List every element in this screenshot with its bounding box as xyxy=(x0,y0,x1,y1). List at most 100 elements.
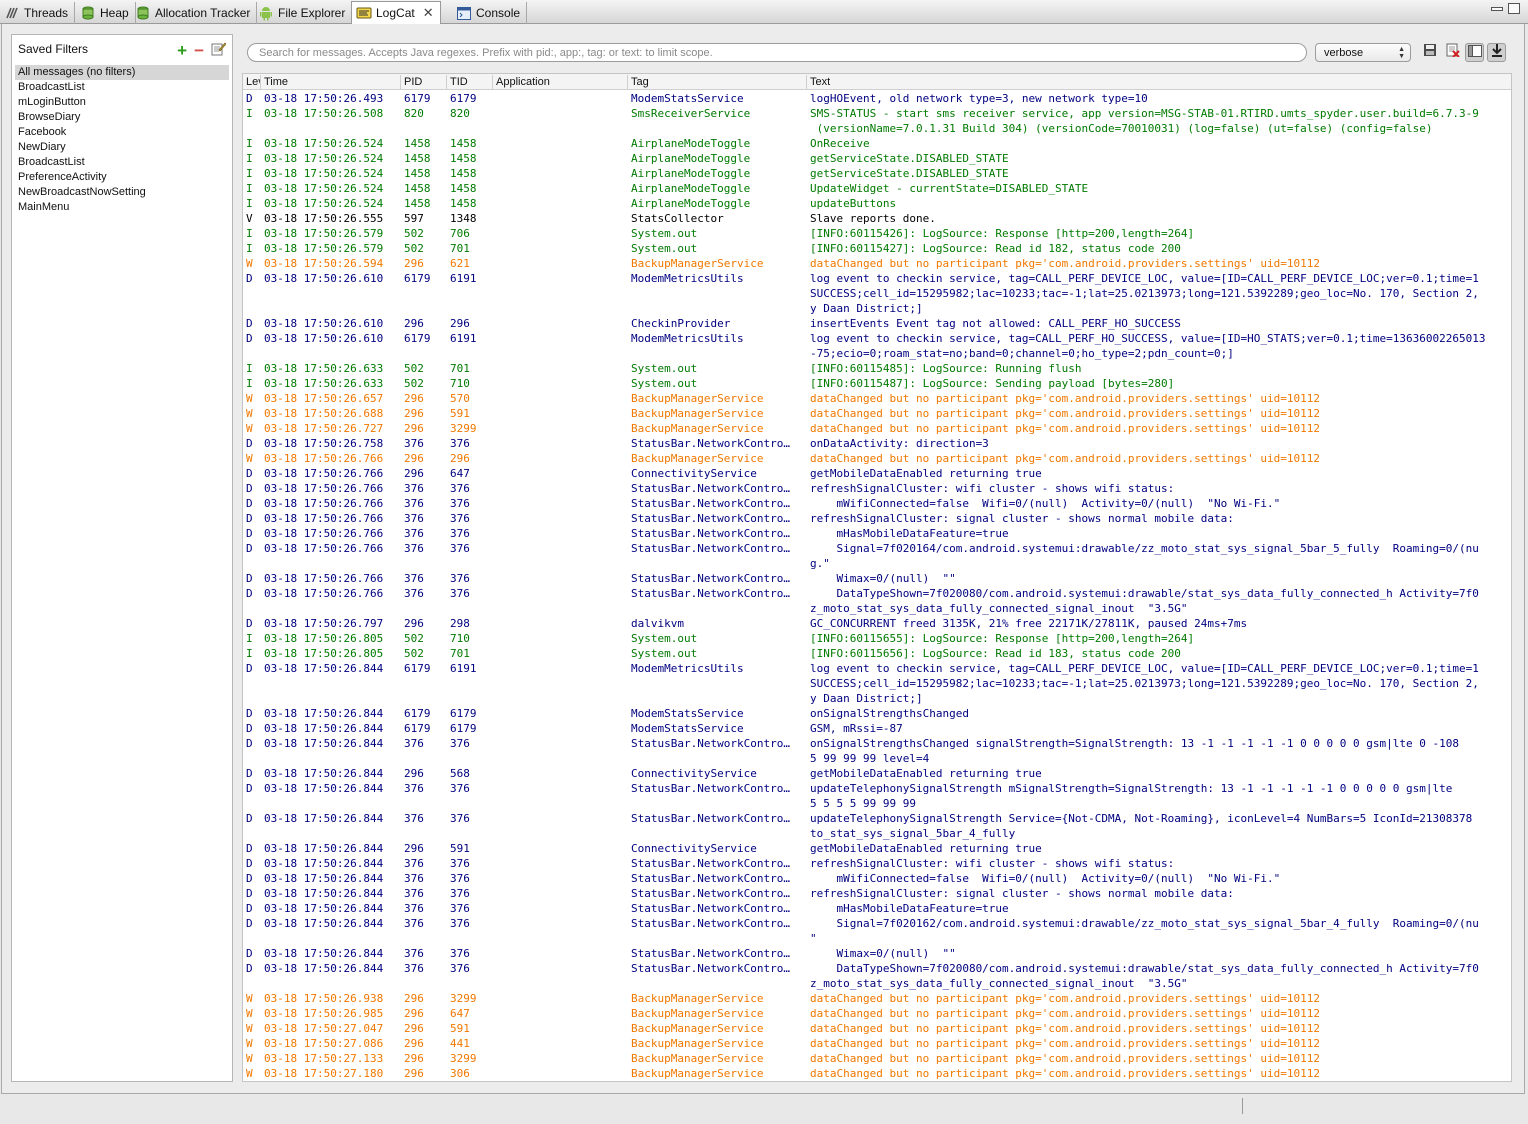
tab-heap[interactable]: Heap xyxy=(76,2,136,24)
log-row[interactable]: V 03-18 17:50:26.555 597 1348 StatsCollector… xyxy=(243,211,1511,226)
log-row[interactable]: D 03-18 17:50:26.610 6179 6191 ModemMetricsU… xyxy=(243,271,1511,286)
log-row-continuation[interactable]: SUCCESS;cell_id=15295982;lac=10233;tac=-… xyxy=(243,286,1511,301)
log-row[interactable]: I 03-18 17:50:26.805 502 701 System.out [INFO… xyxy=(243,646,1511,661)
column-header-tag[interactable]: Tag xyxy=(628,75,807,90)
column-header-time[interactable]: Time xyxy=(261,75,401,90)
filter-item[interactable]: NewBroadcastNowSetting xyxy=(12,185,232,200)
log-row[interactable]: W 03-18 17:50:26.938 296 3299 BackupManagerS… xyxy=(243,991,1511,1006)
log-row[interactable]: D 03-18 17:50:26.844 376 376 StatusBar.Netwo… xyxy=(243,946,1511,961)
log-row[interactable]: W 03-18 17:50:27.047 296 591 BackupManagerSe… xyxy=(243,1021,1511,1036)
tab-file-explorer[interactable]: File Explorer xyxy=(254,2,353,24)
log-row[interactable]: W 03-18 17:50:26.766 296 296 BackupManagerSe… xyxy=(243,451,1511,466)
log-row[interactable]: D 03-18 17:50:26.766 376 376 StatusBar.Netwo… xyxy=(243,481,1511,496)
maximize-icon[interactable] xyxy=(1508,3,1520,14)
log-row[interactable]: D 03-18 17:50:26.766 376 376 StatusBar.Netwo… xyxy=(243,496,1511,511)
log-row[interactable]: D 03-18 17:50:26.766 296 647 ConnectivitySer… xyxy=(243,466,1511,481)
filter-item[interactable]: BroadcastList xyxy=(12,80,232,95)
log-row[interactable]: I 03-18 17:50:26.524 1458 1458 AirplaneModeT… xyxy=(243,166,1511,181)
log-row[interactable]: D 03-18 17:50:26.844 376 376 StatusBar.Netwo… xyxy=(243,871,1511,886)
log-row[interactable]: D 03-18 17:50:26.844 6179 6191 ModemMetricsU… xyxy=(243,661,1511,676)
save-log-button[interactable] xyxy=(1420,43,1439,62)
column-header-tid[interactable]: TID xyxy=(447,75,493,90)
log-row[interactable]: W 03-18 17:50:27.180 296 306 BackupManagerSe… xyxy=(243,1066,1511,1081)
log-row[interactable]: D 03-18 17:50:26.493 6179 6179 ModemStatsSer… xyxy=(243,91,1511,106)
log-row[interactable]: D 03-18 17:50:26.844 376 376 StatusBar.Netwo… xyxy=(243,736,1511,751)
log-row-continuation[interactable]: (versionName=7.0.1.31 Build 304) (versio… xyxy=(243,121,1511,136)
column-header-level[interactable]: Level xyxy=(243,75,261,90)
log-row[interactable]: D 03-18 17:50:26.797 296 298 dalvikvm GC_CONC… xyxy=(243,616,1511,631)
log-row[interactable]: D 03-18 17:50:26.610 296 296 CheckinProvider… xyxy=(243,316,1511,331)
log-row[interactable]: I 03-18 17:50:26.579 502 701 System.out [INFO… xyxy=(243,241,1511,256)
column-header-text[interactable]: Text xyxy=(807,75,1511,90)
log-row[interactable]: I 03-18 17:50:26.508 820 820 SmsReceiverServ… xyxy=(243,106,1511,121)
log-row[interactable]: I 03-18 17:50:26.524 1458 1458 AirplaneModeT… xyxy=(243,136,1511,151)
log-row[interactable]: D 03-18 17:50:26.844 6179 6179 ModemStatsSer… xyxy=(243,721,1511,736)
log-row[interactable]: D 03-18 17:50:26.844 376 376 StatusBar.Netwo… xyxy=(243,811,1511,826)
log-row-continuation[interactable]: z_moto_stat_sys_data_fully_connected_sig… xyxy=(243,976,1511,991)
filter-item[interactable]: BrowseDiary xyxy=(12,110,232,125)
column-header-application[interactable]: Application xyxy=(493,75,628,90)
log-row[interactable]: W 03-18 17:50:26.985 296 647 BackupManagerSe… xyxy=(243,1006,1511,1021)
minimize-icon[interactable] xyxy=(1491,7,1503,11)
log-row[interactable]: I 03-18 17:50:26.805 502 710 System.out [INFO… xyxy=(243,631,1511,646)
log-row-continuation[interactable]: SUCCESS;cell_id=15295982;lac=10233;tac=-… xyxy=(243,676,1511,691)
log-row-continuation[interactable]: -75;ecio=0;roam_stat=no;band=0;channel=0… xyxy=(243,346,1511,361)
clear-log-button[interactable] xyxy=(1443,43,1462,62)
tab-logcat[interactable]: LogCat ✕ xyxy=(351,1,441,25)
log-row[interactable]: I 03-18 17:50:26.633 502 710 System.out [INFO… xyxy=(243,376,1511,391)
log-row-continuation[interactable]: to_stat_sys_signal_5bar_4_fully xyxy=(243,826,1511,841)
log-row[interactable]: D 03-18 17:50:26.766 376 376 StatusBar.Netwo… xyxy=(243,526,1511,541)
toggle-filters-button[interactable] xyxy=(1465,43,1484,62)
log-row[interactable]: W 03-18 17:50:27.086 296 441 BackupManagerSe… xyxy=(243,1036,1511,1051)
log-row[interactable]: I 03-18 17:50:26.579 502 706 System.out [INFO… xyxy=(243,226,1511,241)
log-row[interactable]: D 03-18 17:50:26.844 6179 6179 ModemStatsSer… xyxy=(243,706,1511,721)
log-row[interactable]: I 03-18 17:50:26.524 1458 1458 AirplaneModeT… xyxy=(243,196,1511,211)
log-row[interactable]: W 03-18 17:50:26.657 296 570 BackupManagerSe… xyxy=(243,391,1511,406)
log-row[interactable]: D 03-18 17:50:26.844 376 376 StatusBar.Netwo… xyxy=(243,916,1511,931)
log-row[interactable]: D 03-18 17:50:26.766 376 376 StatusBar.Netwo… xyxy=(243,541,1511,556)
log-row[interactable]: W 03-18 17:50:26.727 296 3299 BackupManagerS… xyxy=(243,421,1511,436)
log-row[interactable]: D 03-18 17:50:26.844 376 376 StatusBar.Netwo… xyxy=(243,886,1511,901)
tab-console[interactable]: Console xyxy=(452,2,528,24)
log-row-continuation[interactable]: y Daan District;] xyxy=(243,691,1511,706)
log-row[interactable]: I 03-18 17:50:26.633 502 701 System.out [INFO… xyxy=(243,361,1511,376)
filter-item[interactable]: MainMenu xyxy=(12,200,232,215)
log-table[interactable]: Level Time PID TID Application Tag Text … xyxy=(242,73,1512,1082)
log-row[interactable]: D 03-18 17:50:26.844 376 376 StatusBar.Netwo… xyxy=(243,781,1511,796)
tab-allocation-tracker[interactable]: Allocation Tracker xyxy=(131,2,258,24)
log-row[interactable]: D 03-18 17:50:26.610 6179 6191 ModemMetricsU… xyxy=(243,331,1511,346)
search-input[interactable] xyxy=(247,43,1307,62)
filter-item[interactable]: mLoginButton xyxy=(12,95,232,110)
log-level-select[interactable]: verbose ▲ ▼ xyxy=(1315,43,1411,62)
log-row[interactable]: D 03-18 17:50:26.844 376 376 StatusBar.Netwo… xyxy=(243,856,1511,871)
log-row[interactable]: D 03-18 17:50:26.766 376 376 StatusBar.Netwo… xyxy=(243,586,1511,601)
filter-item[interactable]: All messages (no filters) xyxy=(15,65,229,80)
filter-item[interactable]: BroadcastList xyxy=(12,155,232,170)
add-filter-icon[interactable]: + xyxy=(177,42,187,59)
filter-item[interactable]: NewDiary xyxy=(12,140,232,155)
remove-filter-icon[interactable]: − xyxy=(194,42,204,59)
log-row-continuation[interactable]: y Daan District;] xyxy=(243,301,1511,316)
column-header-pid[interactable]: PID xyxy=(401,75,447,90)
edit-filter-icon[interactable] xyxy=(211,41,227,61)
log-row[interactable]: D 03-18 17:50:26.844 296 568 ConnectivitySer… xyxy=(243,766,1511,781)
log-row[interactable]: D 03-18 17:50:26.766 376 376 StatusBar.Netwo… xyxy=(243,571,1511,586)
log-row[interactable]: D 03-18 17:50:26.844 376 376 StatusBar.Netwo… xyxy=(243,961,1511,976)
log-row[interactable]: W 03-18 17:50:26.594 296 621 BackupManagerSe… xyxy=(243,256,1511,271)
log-row[interactable]: D 03-18 17:50:26.844 376 376 StatusBar.Netwo… xyxy=(243,901,1511,916)
log-row[interactable]: W 03-18 17:50:27.133 296 3299 BackupManagerS… xyxy=(243,1051,1511,1066)
tab-threads[interactable]: Threads xyxy=(0,2,76,24)
log-row-continuation[interactable]: g." xyxy=(243,556,1511,571)
log-row[interactable]: D 03-18 17:50:26.844 296 591 ConnectivitySer… xyxy=(243,841,1511,856)
filter-item[interactable]: PreferenceActivity xyxy=(12,170,232,185)
log-row[interactable]: D 03-18 17:50:26.758 376 376 StatusBar.Netwo… xyxy=(243,436,1511,451)
log-row-continuation[interactable]: 5 99 99 99 level=4 xyxy=(243,751,1511,766)
log-row[interactable]: I 03-18 17:50:26.524 1458 1458 AirplaneModeT… xyxy=(243,151,1511,166)
log-row[interactable]: W 03-18 17:50:26.688 296 591 BackupManagerSe… xyxy=(243,406,1511,421)
log-row[interactable]: I 03-18 17:50:26.524 1458 1458 AirplaneModeT… xyxy=(243,181,1511,196)
filter-item[interactable]: Facebook xyxy=(12,125,232,140)
scroll-lock-button[interactable] xyxy=(1487,43,1506,62)
close-icon[interactable]: ✕ xyxy=(423,5,434,21)
log-row-continuation[interactable]: 5 5 5 5 99 99 99 xyxy=(243,796,1511,811)
log-row[interactable]: D 03-18 17:50:26.766 376 376 StatusBar.Netwo… xyxy=(243,511,1511,526)
